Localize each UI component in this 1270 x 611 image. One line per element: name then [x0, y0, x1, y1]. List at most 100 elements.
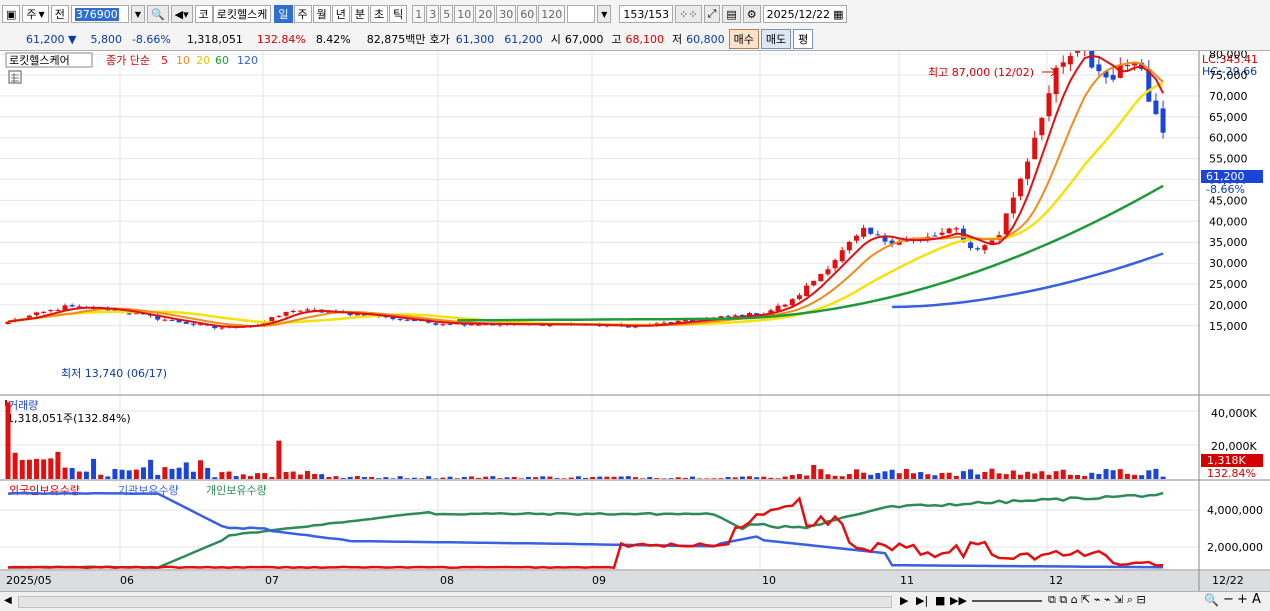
volume-bar	[1096, 474, 1102, 479]
candle-body	[861, 227, 867, 237]
volume-bar	[761, 476, 767, 479]
volume-bar	[212, 477, 218, 479]
low-label: 저	[672, 33, 683, 46]
market-badge[interactable]: 코	[194, 5, 213, 23]
holding-title-inst: 기관보유수량	[118, 484, 179, 497]
minute-button[interactable]: 5	[440, 5, 454, 23]
eval-button[interactable]: 평	[793, 29, 814, 49]
code-dropdown-icon[interactable]: ▼	[130, 5, 145, 23]
period-button[interactable]: 월	[312, 5, 331, 23]
quote-bar: 61,200 ▼ 5,800 -8.66% 1,318,051 132.84% …	[0, 28, 1270, 51]
dots-icon[interactable]: ⁘⁘	[675, 5, 702, 23]
volume-bar	[718, 478, 724, 479]
volume-bar	[148, 459, 154, 479]
volume-bar	[447, 476, 453, 479]
volume-bar	[518, 478, 524, 479]
stop-icon[interactable]: ■	[935, 594, 945, 607]
candle-body	[55, 310, 61, 312]
tools-icon[interactable]: ⧉ ⧉ ⌂ ⇱ ⌁ ⌁ ⇲ ⌕ ⊟	[1048, 593, 1146, 607]
volume-bar	[575, 476, 581, 479]
minus-icon[interactable]: −	[1223, 592, 1234, 607]
minute-button[interactable]: 10	[454, 5, 475, 23]
stock-code-input[interactable]: 376900	[70, 5, 129, 23]
volume-bar	[896, 473, 902, 479]
minute-custom-input[interactable]	[567, 5, 596, 23]
volume-bar	[1010, 470, 1016, 479]
zoom-out-icon[interactable]: 🔍	[1204, 593, 1219, 607]
minute-dropdown-icon[interactable]: ▼	[597, 5, 612, 23]
minute-button[interactable]: 60	[517, 5, 538, 23]
minute-button[interactable]: 20	[475, 5, 496, 23]
candle-body	[853, 235, 859, 241]
crosshair-icon[interactable]: ⤢	[703, 5, 721, 23]
plus-icon[interactable]: +	[1237, 592, 1248, 607]
legend-ma5: 5	[161, 54, 168, 67]
volume-bar	[604, 476, 610, 479]
candle-body	[41, 311, 47, 313]
volume-bar	[597, 476, 603, 479]
step-forward-icon[interactable]: ▶|	[916, 594, 928, 607]
zoom-slider[interactable]	[972, 600, 1042, 602]
legend-ma20: 20	[196, 54, 210, 67]
volume-last-pct: 132.84%	[1207, 467, 1256, 480]
volume-bar	[625, 476, 631, 479]
volume-bars	[5, 402, 1166, 479]
price-tick-label: 30,000	[1209, 257, 1248, 270]
fast-forward-icon[interactable]: ▶▶	[950, 594, 967, 607]
ma10-line	[7, 61, 1164, 328]
volume-bar	[176, 467, 182, 479]
minute-button[interactable]: 1	[412, 5, 426, 23]
scroll-left-icon[interactable]: ◀	[4, 595, 12, 606]
period-button[interactable]: 분	[350, 5, 370, 23]
stock-chart[interactable]: 로킷헬스케어 종가 단순 5 10 20 60 120 최고 87,000 (1…	[0, 26, 1270, 591]
candle-body	[818, 273, 824, 282]
stock-name-field[interactable]: 로킷헬스케	[212, 5, 272, 23]
search-icon[interactable]: 🔍	[146, 5, 169, 23]
moving-average-lines	[7, 54, 1164, 329]
period-button[interactable]: 주	[293, 5, 312, 23]
period-button[interactable]: 일	[274, 5, 293, 23]
date-field[interactable]: 2025/12/22 ▦	[762, 5, 848, 23]
minute-button[interactable]: 30	[496, 5, 517, 23]
ma120-line	[892, 252, 1164, 309]
volume-bar	[1132, 474, 1138, 479]
volume-bar	[419, 478, 425, 479]
bottom-scroll-bar: ◀ ▶ ▶| ■ ▶▶ ⧉ ⧉ ⌂ ⇱ ⌁ ⌁ ⇲ ⌕ ⊟ 🔍 − + A	[0, 591, 1270, 611]
sell-button[interactable]: 매도	[760, 29, 792, 49]
open-price: 67,000	[564, 32, 604, 46]
scroll-track[interactable]	[18, 596, 892, 608]
period-button[interactable]: 초	[370, 5, 389, 23]
font-size-icon[interactable]: A	[1252, 592, 1261, 607]
volume-bar	[55, 451, 61, 479]
play-icon[interactable]: ▶	[900, 594, 908, 607]
volume-bar	[247, 476, 253, 479]
candle-body	[34, 312, 40, 316]
candle-body	[875, 234, 881, 236]
volume-bar	[190, 471, 196, 479]
chart-area[interactable]: 로킷헬스케어 종가 단순 5 10 20 60 120 최고 87,000 (1…	[0, 26, 1270, 591]
minute-button[interactable]: 3	[426, 5, 440, 23]
period-button[interactable]: 년	[331, 5, 350, 23]
bar-count-field[interactable]: 153/153	[619, 5, 674, 23]
volume-bar	[811, 465, 817, 479]
legend-ma-title: 종가 단순	[106, 54, 150, 67]
chart-window-icon[interactable]: ▣	[2, 5, 21, 23]
volume-bar	[504, 477, 510, 479]
period-select[interactable]: 주 ▼	[22, 5, 49, 23]
volume-bar	[611, 476, 617, 479]
period-button[interactable]: 틱	[389, 5, 408, 23]
volume-bar	[126, 470, 132, 479]
volume-bar	[832, 475, 838, 479]
gear-icon[interactable]: ⚙	[742, 5, 761, 23]
speaker-icon[interactable]: ◀▾	[170, 5, 193, 23]
prev-button[interactable]: 전	[50, 5, 69, 23]
volume-bar	[1032, 473, 1038, 479]
save-icon[interactable]: ▤	[722, 5, 741, 23]
candle-body	[190, 323, 196, 325]
minute-button[interactable]: 120	[538, 5, 566, 23]
volume-bar	[932, 475, 938, 479]
volume-bar	[704, 478, 710, 479]
volume-bar	[433, 478, 439, 479]
buy-button[interactable]: 매수	[728, 29, 759, 49]
holding-title-foreign: 외국인보유수량	[9, 484, 80, 497]
